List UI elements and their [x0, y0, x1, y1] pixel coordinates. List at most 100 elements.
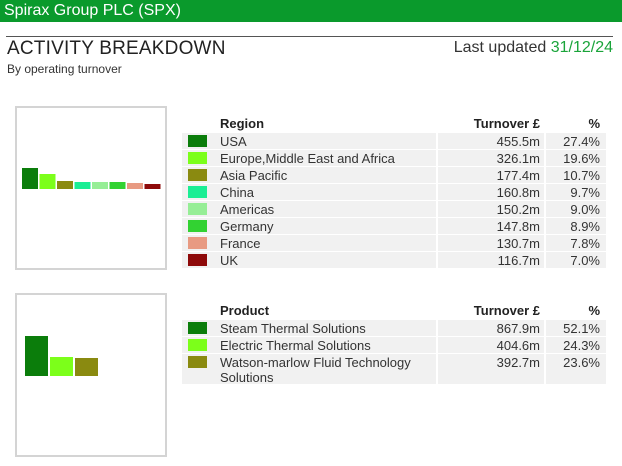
region-color-swatch [188, 203, 207, 215]
region-chart-bar [22, 168, 38, 189]
region-turnover: 455.5m [496, 134, 540, 149]
region-color-swatch [188, 220, 207, 232]
region-name: Germany [220, 219, 274, 234]
region-cell-divider [544, 252, 546, 268]
region-turnover: 130.7m [496, 236, 540, 251]
region-color-swatch [188, 237, 207, 249]
product-bar-chart [15, 293, 167, 457]
region-name: USA [220, 134, 247, 149]
company-title-bar: Spirax Group PLC (SPX) [0, 0, 622, 22]
region-turnover: 160.8m [496, 185, 540, 200]
region-name: UK [220, 253, 239, 268]
region-percent: 8.9% [570, 219, 600, 234]
region-cell-divider [544, 201, 546, 217]
region-cell-divider [436, 218, 438, 234]
product-col-turnover: Turnover £ [473, 303, 540, 318]
last-updated-date: 31/12/24 [550, 39, 613, 56]
region-name: Americas [220, 202, 275, 217]
region-cell-divider [436, 201, 438, 217]
region-color-swatch [188, 169, 207, 181]
region-cell-divider [544, 167, 546, 183]
region-color-swatch [188, 254, 207, 266]
region-cell-divider [436, 133, 438, 149]
product-col-name: Product [220, 303, 270, 318]
product-cell-divider [436, 320, 438, 336]
product-row: Electric Thermal Solutions 404.6m 24.3% [182, 337, 606, 353]
product-chart-bar [25, 336, 48, 376]
last-updated: Last updated 31/12/24 [454, 38, 613, 58]
product-chart-svg [25, 336, 98, 376]
region-chart-bar [39, 174, 56, 189]
page-title: ACTIVITY BREAKDOWN [7, 38, 226, 59]
region-turnover: 150.2m [496, 202, 540, 217]
product-color-swatch [188, 339, 207, 351]
product-percent: 24.3% [563, 338, 600, 353]
region-name: France [220, 236, 261, 251]
header-divider [6, 36, 613, 37]
product-color-swatch [188, 322, 207, 334]
region-chart-bar [57, 181, 73, 189]
region-cell-divider [436, 167, 438, 183]
region-name: Europe,Middle East and Africa [220, 151, 395, 166]
product-table-header: Product Turnover £ % [182, 302, 606, 320]
region-turnover: 177.4m [496, 168, 540, 183]
region-chart-bar [109, 182, 126, 189]
region-cell-divider [436, 252, 438, 268]
company-name: Spirax Group PLC (SPX) [4, 2, 181, 19]
region-chart-bar [74, 182, 91, 189]
region-row: China 160.8m 9.7% [182, 184, 606, 200]
page-subtitle: By operating turnover [7, 62, 122, 76]
product-row: Watson-marlow Fluid Technology Solutions… [182, 354, 606, 385]
region-cell-divider [436, 184, 438, 200]
product-turnover: 392.7m [496, 355, 540, 370]
region-row: France 130.7m 7.8% [182, 235, 606, 251]
region-percent: 27.4% [563, 134, 600, 149]
product-cell-divider [436, 354, 438, 384]
region-turnover: 116.7m [497, 253, 540, 268]
product-turnover: 404.6m [496, 338, 540, 353]
region-table-header: Region Turnover £ % [182, 115, 606, 133]
product-table: Product Turnover £ % Steam Thermal Solut… [182, 302, 606, 386]
region-name: Asia Pacific [220, 168, 288, 183]
region-turnover: 147.8m [496, 219, 540, 234]
region-cell-divider [544, 133, 546, 149]
region-percent: 7.8% [570, 236, 600, 251]
region-col-pct: % [588, 116, 600, 131]
region-cell-divider [544, 150, 546, 166]
product-chart-bar [50, 357, 73, 376]
region-col-name: Region [220, 116, 265, 131]
product-percent: 23.6% [563, 355, 600, 370]
region-table: Region Turnover £ % USA 455.5m 27.4% Europe… [182, 115, 606, 268]
region-row: Asia Pacific 177.4m 10.7% [182, 167, 606, 183]
region-row: Germany 147.8m 8.9% [182, 218, 606, 234]
region-chart-bar [127, 183, 143, 189]
region-color-swatch [188, 186, 207, 198]
region-percent: 19.6% [563, 151, 600, 166]
region-color-swatch [188, 152, 207, 164]
product-name: Watson-marlow Fluid Technology Solutions [220, 355, 411, 385]
region-percent: 9.7% [570, 185, 600, 200]
region-row: USA 455.5m 27.4% [182, 133, 606, 149]
region-col-turnover: Turnover £ [473, 116, 540, 131]
product-turnover: 867.9m [496, 321, 540, 336]
region-chart-bar [92, 182, 108, 189]
region-percent: 10.7% [563, 168, 600, 183]
region-turnover: 326.1m [496, 151, 540, 166]
region-cell-divider [544, 235, 546, 251]
region-color-swatch [188, 135, 207, 147]
product-color-swatch [188, 356, 207, 368]
region-cell-divider [544, 184, 546, 200]
product-cell-divider [544, 320, 546, 336]
product-name: Steam Thermal Solutions [220, 321, 366, 336]
region-row: Europe,Middle East and Africa 326.1m 19.6% [182, 150, 606, 166]
region-row: UK 116.7m 7.0% [182, 252, 606, 268]
region-cell-divider [436, 150, 438, 166]
region-percent: 7.0% [570, 253, 600, 268]
product-cell-divider [436, 337, 438, 353]
product-row: Steam Thermal Solutions 867.9m 52.1% [182, 320, 606, 336]
region-cell-divider [544, 218, 546, 234]
region-row: Americas 150.2m 9.0% [182, 201, 606, 217]
product-percent: 52.1% [563, 321, 600, 336]
product-chart-bar [75, 358, 98, 376]
product-cell-divider [544, 337, 546, 353]
